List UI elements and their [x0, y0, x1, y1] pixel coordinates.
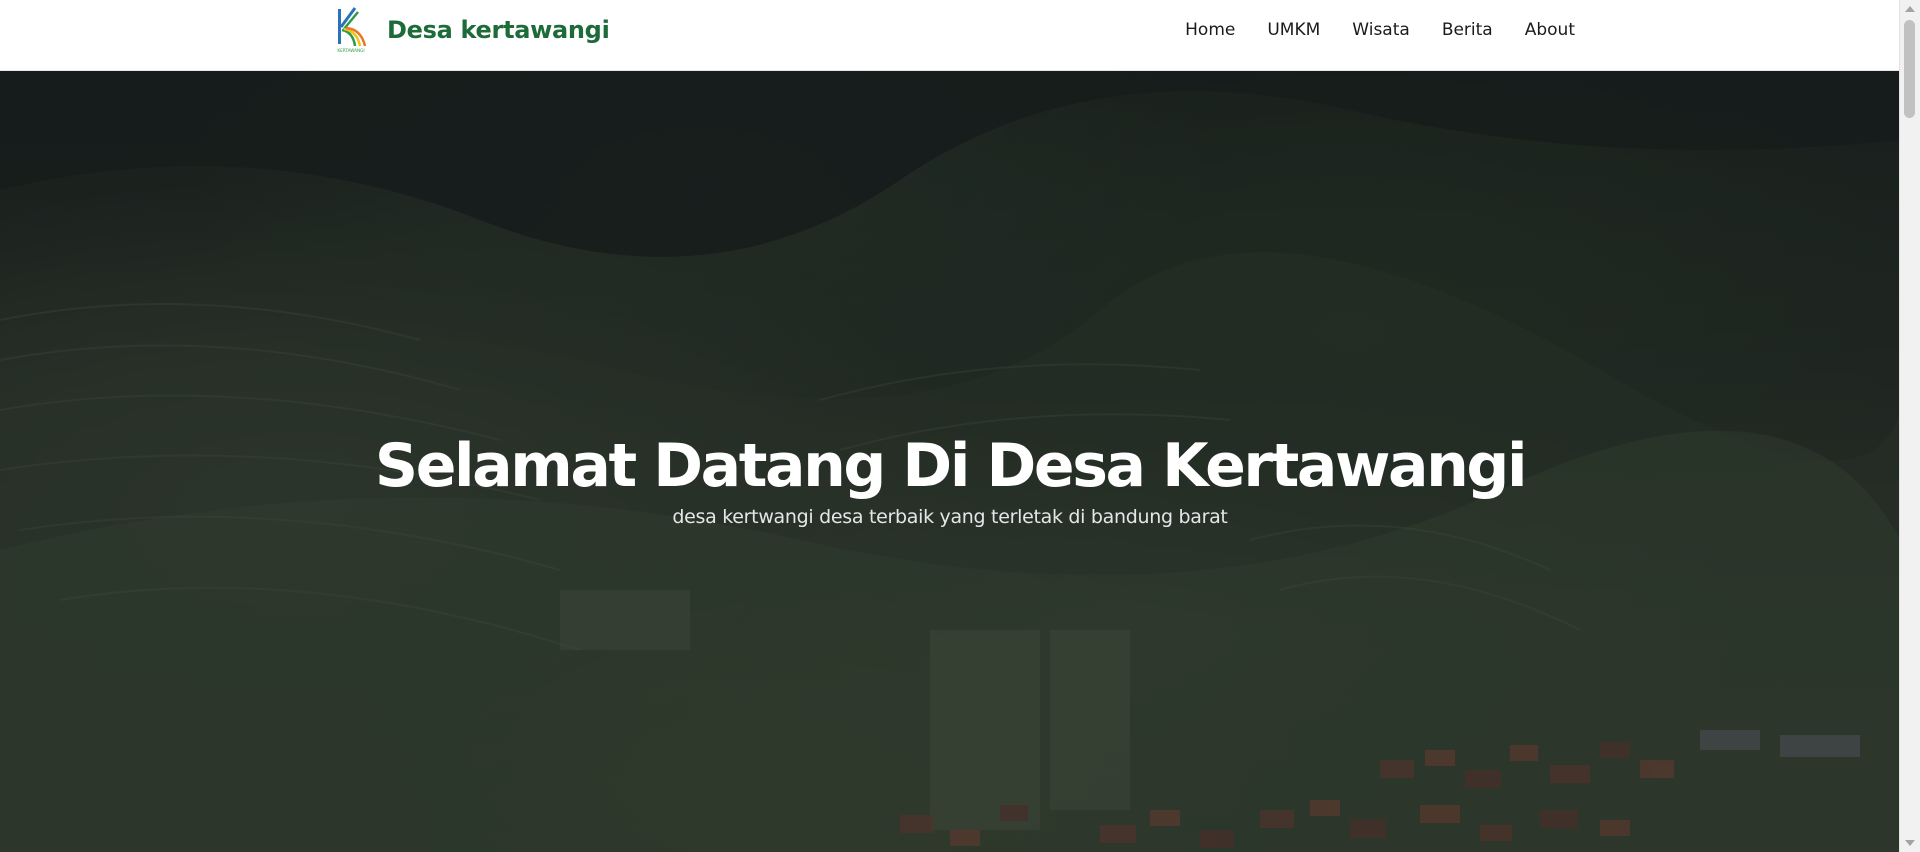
scroll-up-arrow-icon[interactable]	[1905, 6, 1915, 12]
nav-link-home[interactable]: Home	[1185, 20, 1235, 40]
kertawangi-k-logo-icon: KERTAWANGI	[337, 7, 367, 53]
scroll-down-arrow-icon[interactable]	[1905, 840, 1915, 846]
hero-subtitle: desa kertwangi desa terbaik yang terleta…	[672, 506, 1228, 528]
nav-link-berita[interactable]: Berita	[1442, 20, 1493, 40]
logo-text: KERTAWANGI	[337, 48, 364, 53]
brand-link[interactable]: KERTAWANGI Desa kertawangi	[335, 6, 610, 54]
page-scrollbar[interactable]	[1899, 0, 1920, 852]
hero-content: Selamat Datang Di Desa Kertawangi desa k…	[0, 430, 1900, 528]
page: KERTAWANGI Desa kertawangi Home UMKM Wis…	[0, 0, 1920, 852]
hero-title: Selamat Datang Di Desa Kertawangi	[374, 431, 1528, 501]
nav-link-wisata[interactable]: Wisata	[1352, 20, 1410, 40]
brand-name: Desa kertawangi	[387, 16, 610, 44]
scrollbar-thumb[interactable]	[1904, 20, 1915, 118]
main-nav: Home UMKM Wisata Berita About	[1185, 0, 1575, 60]
navbar: KERTAWANGI Desa kertawangi Home UMKM Wis…	[0, 0, 1900, 71]
hero-section: Selamat Datang Di Desa Kertawangi desa k…	[0, 70, 1900, 852]
nav-link-umkm[interactable]: UMKM	[1267, 20, 1320, 40]
nav-link-about[interactable]: About	[1525, 20, 1575, 40]
